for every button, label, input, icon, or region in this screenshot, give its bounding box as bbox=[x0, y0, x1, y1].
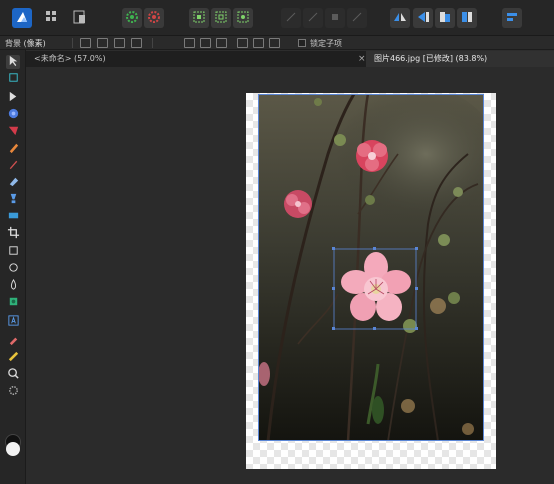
selection-button-2[interactable] bbox=[211, 8, 231, 28]
gear-icon bbox=[124, 9, 140, 28]
arrange-back-button[interactable] bbox=[413, 8, 433, 28]
move-tool[interactable] bbox=[6, 55, 20, 69]
transform-button[interactable] bbox=[131, 38, 142, 48]
context-toolbar: 背景 (像素) 锁定子项 bbox=[0, 36, 554, 50]
measure-tool[interactable] bbox=[6, 351, 20, 365]
tools-panel bbox=[0, 50, 26, 484]
assistant-button[interactable] bbox=[144, 8, 164, 28]
pasted-flower-layer[interactable] bbox=[332, 247, 420, 333]
arrange-forward-button[interactable] bbox=[457, 8, 477, 28]
align-bottom-button[interactable] bbox=[269, 38, 280, 48]
artboard-tool[interactable] bbox=[6, 72, 20, 86]
selection-icon bbox=[235, 9, 251, 28]
selection-icon bbox=[213, 9, 229, 28]
export-icon bbox=[72, 9, 88, 28]
align-icon bbox=[504, 9, 520, 28]
rectangle-icon bbox=[7, 244, 20, 260]
blur-icon bbox=[7, 278, 20, 294]
tool-icon bbox=[283, 9, 299, 28]
canvas-area[interactable] bbox=[26, 67, 554, 484]
ruler-icon bbox=[7, 350, 20, 366]
pencil-icon bbox=[7, 141, 20, 157]
primary-color-swatch[interactable] bbox=[6, 442, 20, 456]
disabled-button-1[interactable] bbox=[281, 8, 301, 28]
export-persona-button[interactable] bbox=[70, 8, 90, 28]
tool-icon bbox=[327, 9, 343, 28]
settings-icon bbox=[7, 384, 20, 400]
move-tool-icon bbox=[7, 54, 20, 70]
sponge-tool[interactable] bbox=[6, 296, 20, 310]
transform-button[interactable] bbox=[97, 38, 108, 48]
main-toolbar bbox=[0, 0, 554, 36]
tool-icon bbox=[305, 9, 321, 28]
align-middle-button[interactable] bbox=[253, 38, 264, 48]
brush-icon bbox=[7, 158, 20, 174]
tab-untitled[interactable]: <未命名> (57.0%) bbox=[26, 51, 366, 67]
align-top-button[interactable] bbox=[237, 38, 248, 48]
clone-icon bbox=[7, 192, 20, 208]
pencil-tool[interactable] bbox=[6, 142, 20, 156]
gear-red-icon bbox=[146, 9, 162, 28]
lock-children-label: 锁定子项 bbox=[310, 39, 342, 48]
liquify-persona-button[interactable] bbox=[42, 8, 62, 28]
selection-icon bbox=[191, 9, 207, 28]
view-tool[interactable] bbox=[6, 91, 20, 105]
brush-tool[interactable] bbox=[6, 159, 20, 173]
crop-tool[interactable] bbox=[6, 226, 20, 242]
blur-tool[interactable] bbox=[6, 278, 20, 294]
develop-settings-button[interactable] bbox=[122, 8, 142, 28]
eyedropper-icon bbox=[7, 333, 20, 349]
align-right-button[interactable] bbox=[216, 38, 227, 48]
disabled-button-3[interactable] bbox=[325, 8, 345, 28]
eraser-tool[interactable] bbox=[6, 176, 20, 190]
text-tool[interactable] bbox=[6, 315, 20, 329]
transform-button[interactable] bbox=[114, 38, 125, 48]
ellipse-tool[interactable] bbox=[6, 262, 20, 276]
eyedropper-tool[interactable] bbox=[6, 334, 20, 348]
divider bbox=[72, 38, 73, 48]
arrange-icon bbox=[437, 9, 453, 28]
arrange-icon bbox=[459, 9, 475, 28]
artboard-tool-icon bbox=[7, 71, 20, 87]
zoom-icon bbox=[7, 367, 20, 383]
align-center-button[interactable] bbox=[200, 38, 211, 48]
tool-icon bbox=[349, 9, 365, 28]
settings-tool[interactable] bbox=[6, 385, 20, 399]
document-tab-bar: <未命名> (57.0%) × 图片466.jpg [已修改] (83.8%) bbox=[26, 51, 554, 67]
disabled-button-2[interactable] bbox=[303, 8, 323, 28]
disabled-button-4[interactable] bbox=[347, 8, 367, 28]
layer-type-label: 背景 (像素) bbox=[5, 39, 46, 48]
rectangle-tool[interactable] bbox=[6, 245, 20, 259]
crop-icon bbox=[7, 226, 20, 242]
color-picker-tool[interactable] bbox=[6, 108, 20, 122]
lock-children-checkbox[interactable] bbox=[298, 39, 306, 47]
divider bbox=[152, 38, 153, 48]
arrange-icon bbox=[415, 9, 431, 28]
photo-persona-button[interactable] bbox=[12, 8, 32, 28]
persona-photo-icon bbox=[14, 9, 30, 28]
gradient-tool[interactable] bbox=[6, 210, 20, 224]
sponge-icon bbox=[7, 295, 20, 311]
flip-h-icon bbox=[392, 9, 408, 28]
color-picker-icon bbox=[7, 107, 20, 123]
tab-image466[interactable]: 图片466.jpg [已修改] (83.8%) bbox=[366, 51, 554, 67]
selection-button-3[interactable] bbox=[233, 8, 253, 28]
transform-origin-button[interactable] bbox=[80, 38, 91, 48]
view-tool-icon bbox=[7, 90, 20, 106]
gradient-icon bbox=[7, 209, 20, 225]
arrange-front-button[interactable] bbox=[435, 8, 455, 28]
selection-button-1[interactable] bbox=[189, 8, 209, 28]
align-left-button[interactable] bbox=[184, 38, 195, 48]
align-button[interactable] bbox=[502, 8, 522, 28]
close-icon[interactable]: × bbox=[358, 51, 366, 67]
text-tool-icon bbox=[7, 314, 20, 330]
zoom-tool[interactable] bbox=[6, 368, 20, 382]
ellipse-icon bbox=[7, 261, 20, 277]
liquify-icon bbox=[44, 9, 60, 28]
eraser-icon bbox=[7, 175, 20, 191]
fill-tool-icon bbox=[7, 124, 20, 140]
clone-tool[interactable] bbox=[6, 193, 20, 207]
flip-horizontal-button[interactable] bbox=[390, 8, 410, 28]
fill-tool[interactable] bbox=[6, 125, 20, 139]
